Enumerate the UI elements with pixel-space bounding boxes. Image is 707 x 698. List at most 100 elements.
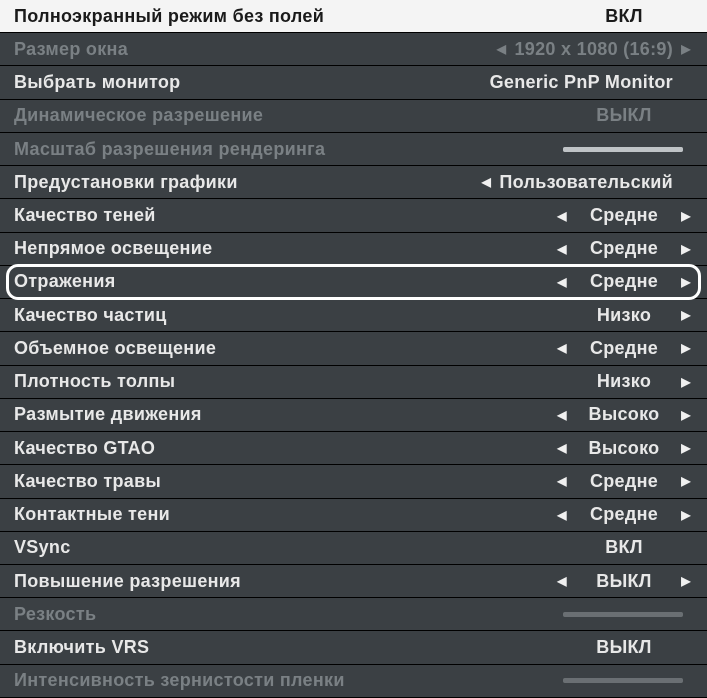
setting-value: Высоко — [569, 404, 679, 425]
setting-row-motion-blur[interactable]: Размытие движения◀Высоко▶ — [0, 399, 707, 432]
setting-label: Плотность толпы — [14, 371, 483, 392]
setting-value-wrap: ◀Средне▶ — [483, 471, 693, 492]
setting-value-wrap: ◀Средне▶ — [483, 338, 693, 359]
setting-value: Низко — [569, 371, 679, 392]
setting-row-dynamic-resolution: Динамическое разрешение◀ВЫКЛ▶ — [0, 100, 707, 133]
arrow-right-icon[interactable]: ▶ — [679, 441, 693, 455]
setting-value: Средне — [569, 471, 679, 492]
setting-label: Масштаб разрешения рендеринга — [14, 139, 483, 160]
arrow-left-icon[interactable]: ◀ — [479, 175, 493, 189]
arrow-right-icon[interactable]: ▶ — [679, 508, 693, 522]
slider-track — [563, 678, 683, 683]
setting-label: VSync — [14, 537, 483, 558]
arrow-left-icon[interactable]: ◀ — [555, 341, 569, 355]
setting-value-wrap: ◀ВКЛ▶ — [483, 6, 693, 27]
setting-label: Резкость — [14, 604, 483, 625]
setting-value-wrap: ◀Средне▶ — [483, 504, 693, 525]
setting-row-shadow-quality[interactable]: Качество теней ◀Средне▶ — [0, 199, 707, 232]
setting-value-wrap: ◀Generic PnP Monitor▶ — [470, 72, 693, 93]
setting-value: ВКЛ — [569, 6, 679, 27]
setting-row-select-monitor[interactable]: Выбрать монитор◀Generic PnP Monitor▶ — [0, 66, 707, 99]
setting-value-wrap — [483, 612, 693, 617]
setting-row-vsync[interactable]: VSync◀ВКЛ▶ — [0, 532, 707, 565]
setting-row-indirect-lighting[interactable]: Непрямое освещение◀Средне▶ — [0, 233, 707, 266]
setting-label: Качество травы — [14, 471, 483, 492]
arrow-left-icon[interactable]: ◀ — [555, 574, 569, 588]
arrow-right-icon[interactable]: ▶ — [679, 408, 693, 422]
setting-row-resolution-upscale[interactable]: Повышение разрешения◀ВЫКЛ▶ — [0, 565, 707, 598]
setting-label: Отражения — [14, 271, 483, 292]
setting-value: Средне — [569, 338, 679, 359]
setting-value: Средне — [569, 205, 679, 226]
setting-value-wrap: ◀ВКЛ▶ — [483, 537, 693, 558]
setting-value-wrap: ◀ВЫКЛ▶ — [483, 571, 693, 592]
setting-row-particle-quality[interactable]: Качество частиц◀Низко▶ — [0, 299, 707, 332]
setting-row-fullscreen-borderless[interactable]: Полноэкранный режим без полей◀ВКЛ▶ — [0, 0, 707, 33]
setting-value-wrap: ◀Высоко▶ — [483, 404, 693, 425]
setting-value: Средне — [569, 271, 679, 292]
setting-label: Размер окна — [14, 39, 483, 60]
setting-row-window-size: Размер окна◀1920 x 1080 (16:9)▶ — [0, 33, 707, 66]
setting-value: Средне — [569, 238, 679, 259]
arrow-right-icon[interactable]: ▶ — [679, 474, 693, 488]
setting-row-vrs-enable[interactable]: Включить VRS◀ВЫКЛ▶ — [0, 631, 707, 664]
arrow-right-icon[interactable]: ▶ — [679, 275, 693, 289]
setting-row-volumetric-lighting[interactable]: Объемное освещение◀Средне▶ — [0, 332, 707, 365]
setting-value: ВЫКЛ — [569, 637, 679, 658]
arrow-right-icon: ▶ — [679, 42, 693, 56]
setting-row-reflections[interactable]: Отражения◀Средне▶ — [0, 266, 707, 299]
slider-fill — [563, 147, 683, 152]
setting-value-wrap — [483, 678, 693, 683]
settings-list: Полноэкранный режим без полей◀ВКЛ▶Размер… — [0, 0, 707, 698]
setting-label: Включить VRS — [14, 637, 483, 658]
setting-value: Generic PnP Monitor — [484, 72, 679, 93]
arrow-right-icon[interactable]: ▶ — [679, 574, 693, 588]
arrow-right-icon[interactable]: ▶ — [679, 375, 693, 389]
setting-label: Контактные тени — [14, 504, 483, 525]
slider-track — [563, 147, 683, 152]
setting-value: ВЫКЛ — [569, 571, 679, 592]
setting-label: Объемное освещение — [14, 338, 483, 359]
slider-track — [563, 612, 683, 617]
setting-row-film-grain: Интенсивность зернистости пленки — [0, 665, 707, 698]
setting-label: Качество частиц — [14, 305, 483, 326]
setting-value-wrap: ◀Высоко▶ — [483, 438, 693, 459]
setting-row-grass-quality[interactable]: Качество травы◀Средне▶ — [0, 465, 707, 498]
setting-label: Предустановки графики — [14, 172, 479, 193]
setting-value: Средне — [569, 504, 679, 525]
setting-row-render-scale: Масштаб разрешения рендеринга — [0, 133, 707, 166]
arrow-left-icon[interactable]: ◀ — [555, 275, 569, 289]
setting-value: Пользовательский — [493, 172, 679, 193]
setting-value-wrap: ◀Средне▶ — [483, 271, 693, 292]
setting-label: Выбрать монитор — [14, 72, 470, 93]
arrow-left-icon[interactable]: ◀ — [555, 474, 569, 488]
setting-value-wrap: ◀Низко▶ — [483, 305, 693, 326]
setting-label: Полноэкранный режим без полей — [14, 6, 483, 27]
setting-value-wrap: ◀ВЫКЛ▶ — [483, 637, 693, 658]
setting-row-crowd-density[interactable]: Плотность толпы◀Низко▶ — [0, 366, 707, 399]
setting-value: Высоко — [569, 438, 679, 459]
setting-label: Качество теней — [14, 205, 483, 226]
setting-value-wrap: ◀Пользовательский▶ — [479, 172, 693, 193]
arrow-left-icon[interactable]: ◀ — [555, 242, 569, 256]
setting-value: 1920 x 1080 (16:9) — [508, 39, 679, 60]
setting-row-gtao-quality[interactable]: Качество GTAO◀Высоко▶ — [0, 432, 707, 465]
arrow-left-icon[interactable]: ◀ — [555, 209, 569, 223]
arrow-right-icon[interactable]: ▶ — [679, 341, 693, 355]
setting-value-wrap — [483, 147, 693, 152]
setting-value: ВЫКЛ — [569, 105, 679, 126]
arrow-left-icon[interactable]: ◀ — [555, 508, 569, 522]
setting-row-contact-shadows[interactable]: Контактные тени◀Средне▶ — [0, 499, 707, 532]
setting-label: Динамическое разрешение — [14, 105, 483, 126]
setting-value-wrap: ◀Средне▶ — [483, 238, 693, 259]
arrow-right-icon[interactable]: ▶ — [679, 209, 693, 223]
setting-value-wrap: ◀Низко▶ — [483, 371, 693, 392]
setting-value: Низко — [569, 305, 679, 326]
arrow-left-icon[interactable]: ◀ — [555, 408, 569, 422]
arrow-left-icon[interactable]: ◀ — [555, 441, 569, 455]
setting-row-graphics-preset[interactable]: Предустановки графики◀Пользовательский▶ — [0, 166, 707, 199]
arrow-right-icon[interactable]: ▶ — [679, 242, 693, 256]
setting-label: Интенсивность зернистости пленки — [14, 670, 483, 691]
arrow-right-icon[interactable]: ▶ — [679, 308, 693, 322]
setting-row-sharpness: Резкость — [0, 598, 707, 631]
